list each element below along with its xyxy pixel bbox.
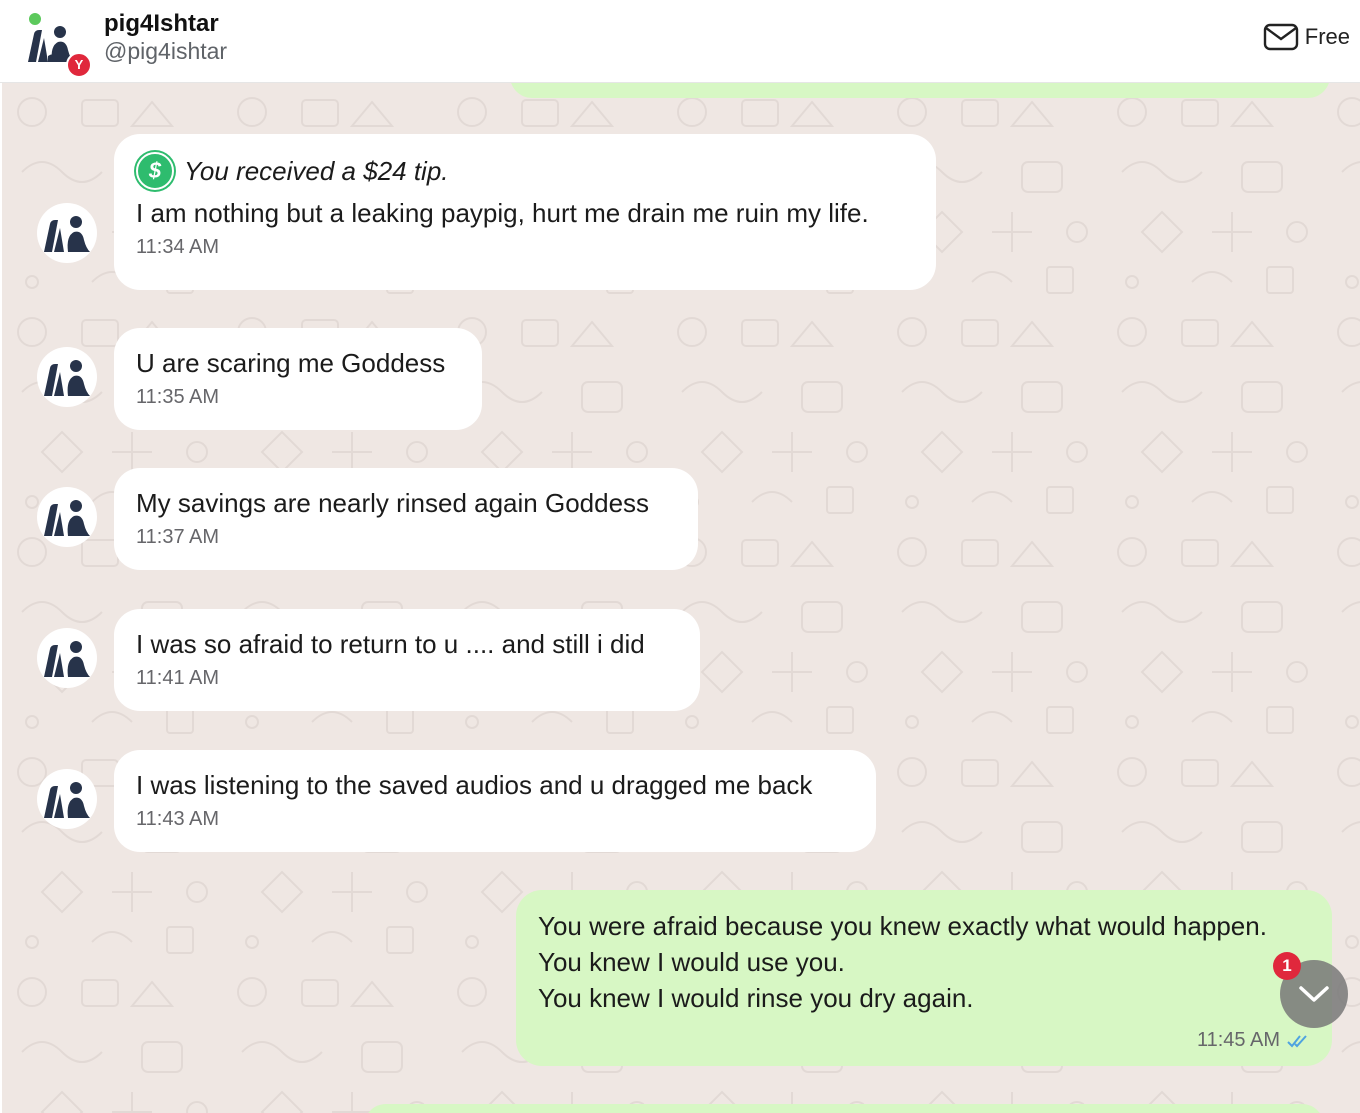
contact-name[interactable]: pig4Ishtar	[104, 10, 219, 38]
free-subscription-button[interactable]: Free	[1263, 22, 1350, 52]
message-text: I was so afraid to return to u .... and …	[136, 629, 645, 659]
message-bubble[interactable]: $ You received a $24 tip. I am nothing b…	[114, 134, 936, 290]
online-indicator	[28, 12, 42, 26]
message-text: My savings are nearly rinsed again Godde…	[136, 488, 650, 518]
message-line: You knew I would use you.	[538, 947, 845, 977]
unread-count-badge: 1	[1273, 952, 1301, 980]
tip-text: You received a $24 tip.	[184, 155, 449, 186]
outgoing-message-bubble[interactable]: You were afraid because you knew exactly…	[516, 890, 1332, 1066]
verified-badge: Y	[66, 52, 92, 78]
message-bubble[interactable]: My savings are nearly rinsed again Godde…	[114, 468, 698, 570]
message-time: 11:43 AM	[136, 808, 220, 830]
message-time: 11:45 AM	[1196, 1029, 1280, 1051]
contact-handle: @pig4ishtar	[104, 38, 228, 64]
message-time: 11:41 AM	[136, 667, 220, 689]
subscription-label: Free	[1304, 24, 1350, 49]
tip-notice: $ You received a $24 tip.	[136, 152, 914, 190]
message-time: 11:37 AM	[136, 526, 220, 548]
next-outgoing-message	[364, 1104, 1324, 1113]
chat-window: Y pig4Ishtar @pig4ishtar Free $ You rece…	[0, 0, 1360, 1113]
message-meta: 11:45 AM	[1197, 1029, 1310, 1052]
double-check-icon	[1287, 1034, 1307, 1047]
chat-header: Y pig4Ishtar @pig4ishtar Free	[0, 0, 1360, 83]
message-line: You knew I would rinse you dry again.	[538, 983, 974, 1013]
message-time: 11:34 AM	[136, 236, 220, 258]
sender-avatar[interactable]	[36, 627, 98, 689]
message-bubble[interactable]: I was listening to the saved audios and …	[114, 750, 876, 852]
dollar-icon: $	[136, 152, 174, 190]
previous-outgoing-message	[510, 82, 1330, 98]
envelope-icon	[1263, 23, 1298, 51]
message-bubble[interactable]: U are scaring me Goddess 11:35 AM	[114, 328, 482, 430]
message-bubble[interactable]: I was so afraid to return to u .... and …	[114, 609, 700, 711]
sender-avatar[interactable]	[36, 346, 98, 408]
sender-avatar[interactable]	[36, 202, 98, 264]
sender-avatar[interactable]	[36, 486, 98, 548]
sender-avatar[interactable]	[36, 768, 98, 830]
message-list[interactable]: $ You received a $24 tip. I am nothing b…	[2, 82, 1360, 1113]
message-text: I am nothing but a leaking paypig, hurt …	[136, 198, 869, 228]
chevron-down-icon	[1299, 986, 1329, 1002]
message-line: You were afraid because you knew exactly…	[538, 911, 1267, 941]
message-text: I was listening to the saved audios and …	[136, 770, 813, 800]
message-time: 11:35 AM	[136, 386, 220, 408]
message-text: U are scaring me Goddess	[136, 348, 446, 378]
